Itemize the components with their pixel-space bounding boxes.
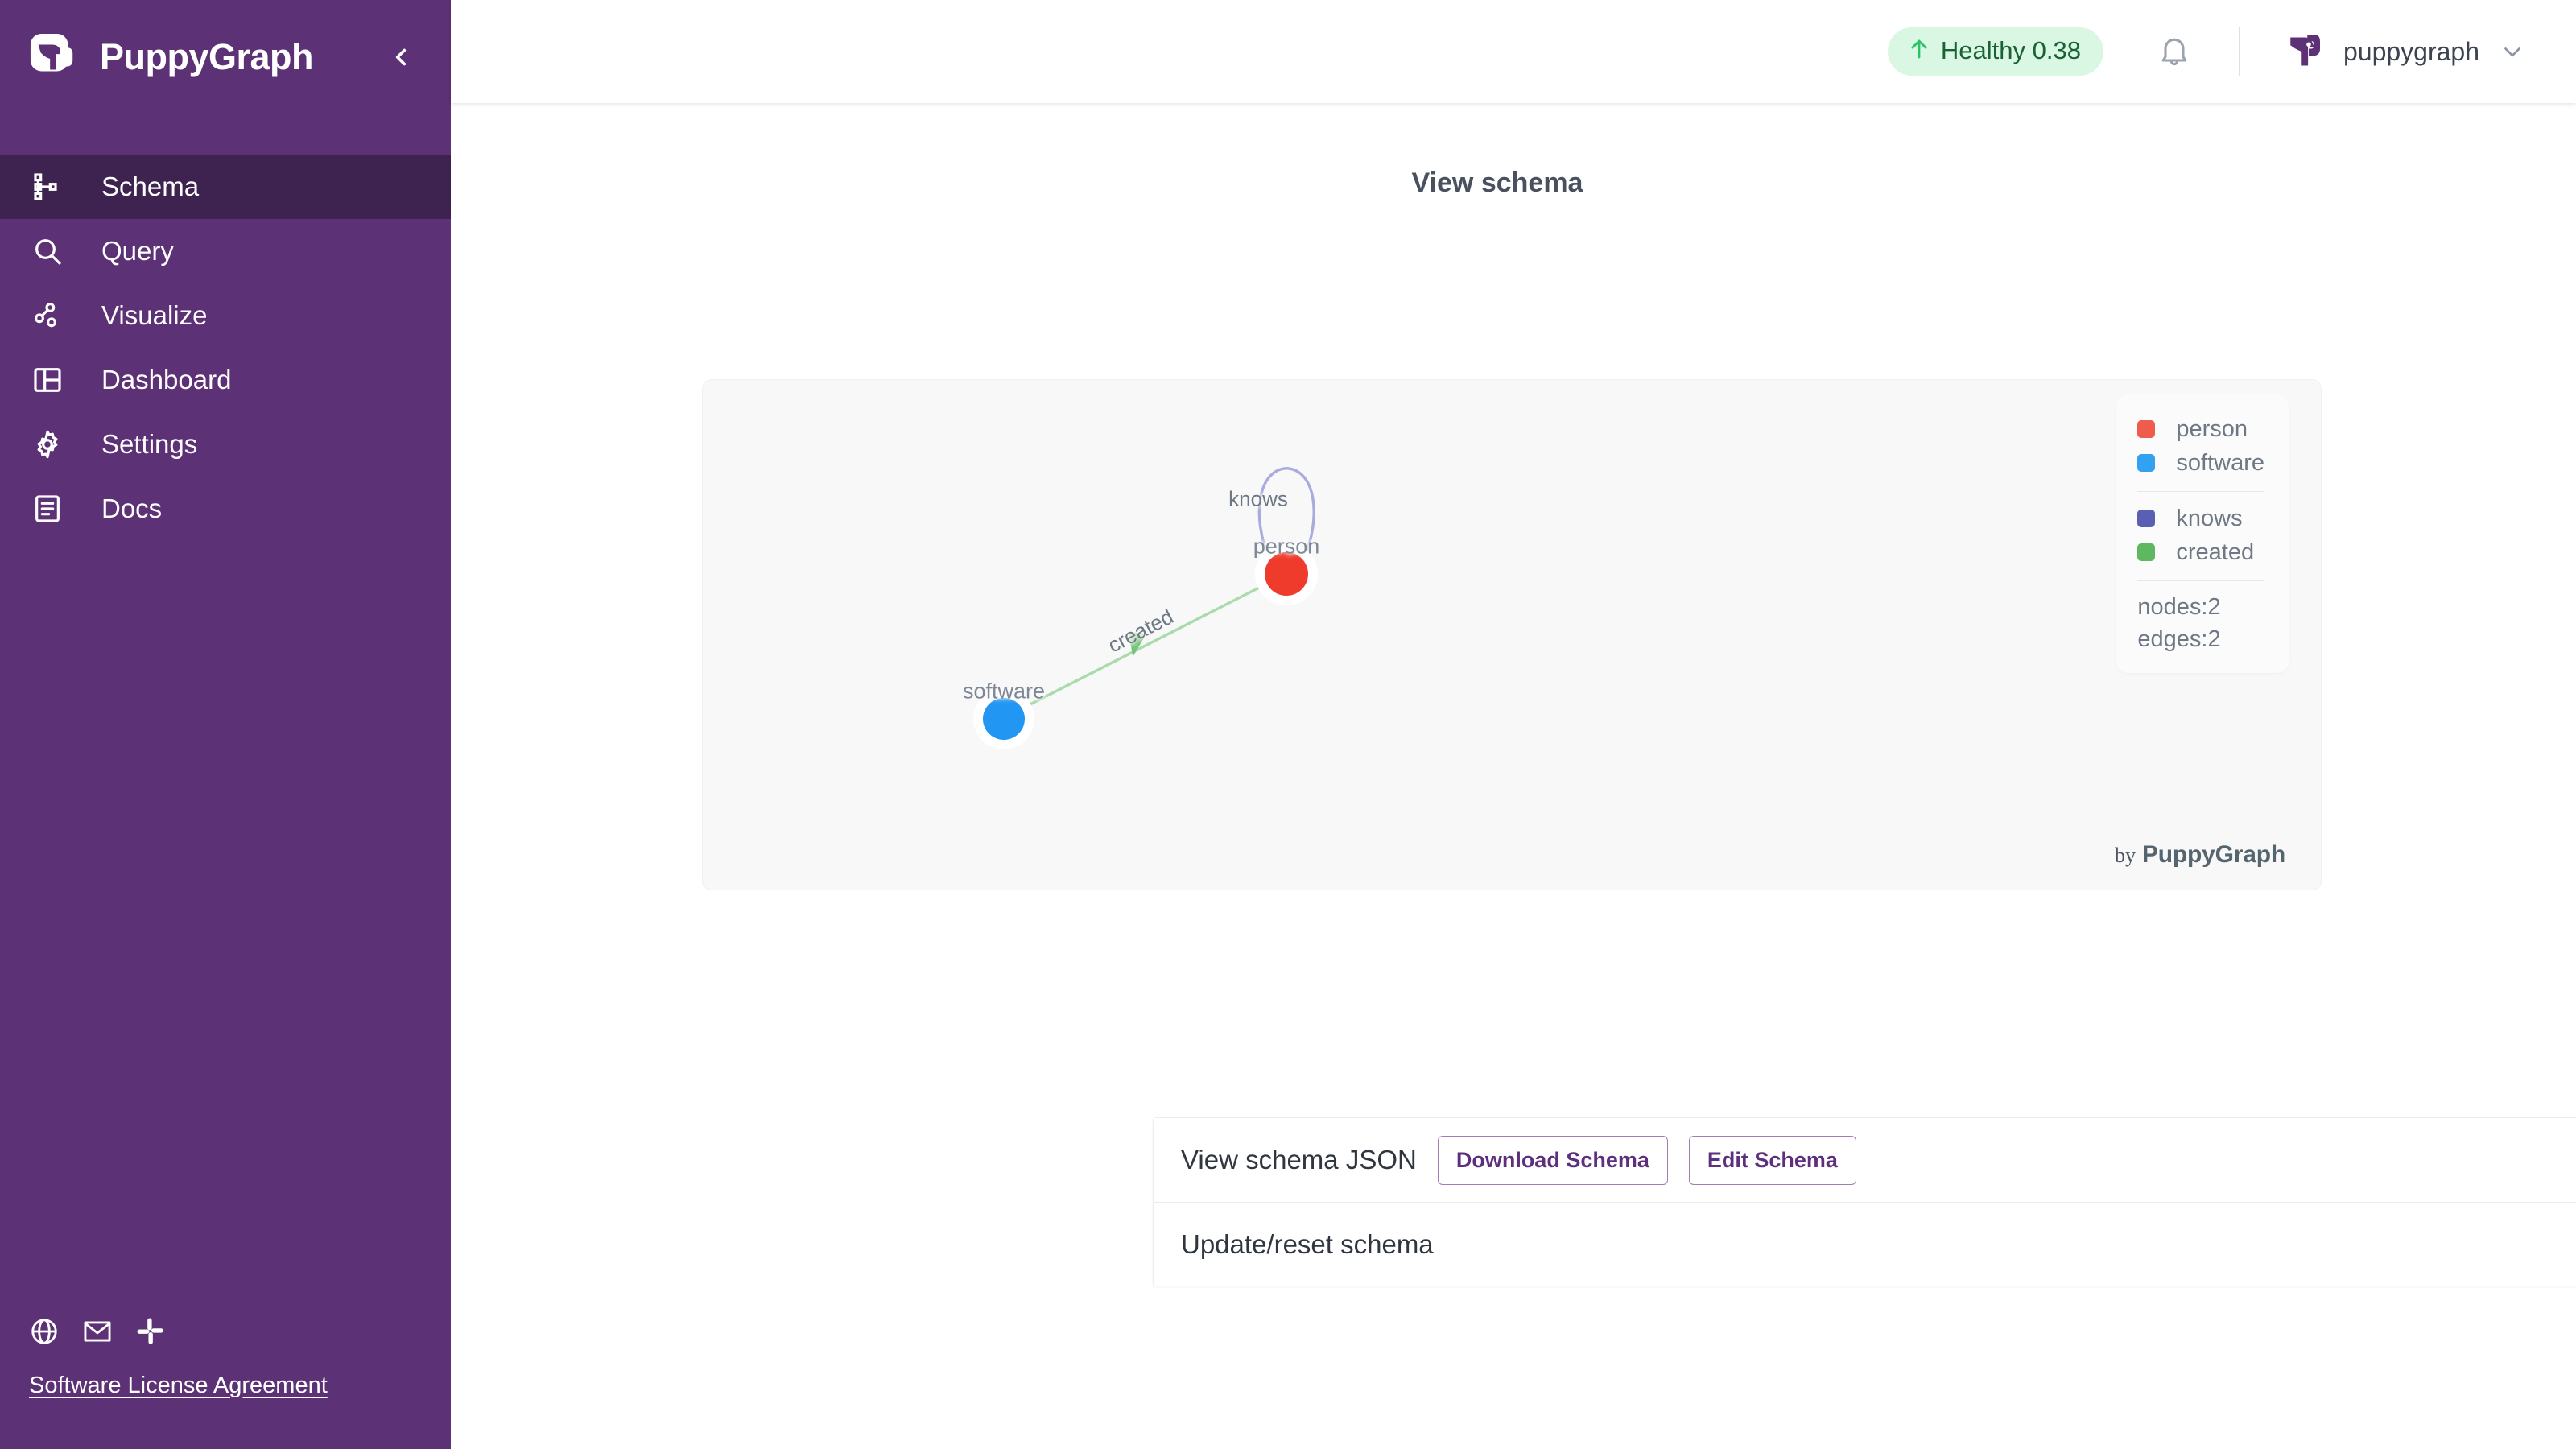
account-name: puppygraph	[2343, 36, 2479, 66]
legend-swatch-knows	[2137, 510, 2156, 527]
sidebar-item-label: Dashboard	[101, 365, 232, 394]
accordion-update-reset-schema[interactable]: Update/reset schema	[1154, 1202, 2576, 1286]
legend-swatch-person	[2137, 420, 2156, 438]
accordion-title: View schema JSON	[1181, 1145, 1417, 1174]
edit-schema-button[interactable]: Edit Schema	[1688, 1135, 1856, 1185]
document-icon	[29, 490, 66, 527]
sidebar-footer: Software License Agreement	[0, 1316, 451, 1449]
graph-legend: person software knows created nodes:2 ed…	[2116, 394, 2289, 674]
chevron-down-icon[interactable]	[2497, 36, 2528, 67]
legend-item-knows[interactable]: knows	[2137, 502, 2264, 535]
schema-graph-svg	[1017, 466, 1315, 712]
accordion-title: Update/reset schema	[1181, 1228, 1434, 1259]
legend-divider	[2137, 580, 2264, 581]
sidebar-item-visualize[interactable]: Visualize	[0, 283, 451, 348]
content: View schema person software knows create…	[451, 167, 2576, 1286]
legend-divider	[2137, 491, 2264, 492]
arrow-up-icon	[1907, 37, 1931, 65]
page-title: View schema	[1411, 167, 1583, 198]
download-schema-button[interactable]: Download Schema	[1437, 1135, 1668, 1185]
mail-icon[interactable]	[82, 1316, 113, 1347]
graph-node-label-software: software	[962, 679, 1046, 704]
legend-swatch-software	[2137, 454, 2156, 472]
sidebar-item-query[interactable]: Query	[0, 219, 451, 283]
puppygraph-logo-icon	[29, 32, 79, 82]
notification-bell-icon[interactable]	[2150, 27, 2198, 76]
sidebar-item-settings[interactable]: Settings	[0, 412, 451, 477]
main-area: Healthy 0.38 puppygraph View schema pers…	[451, 0, 2576, 1449]
brand-name: PuppyGraph	[100, 36, 314, 77]
puppygraph-avatar-icon	[2281, 29, 2326, 74]
gear-icon	[29, 426, 66, 463]
sidebar-item-label: Settings	[101, 429, 198, 459]
edge-created-line	[1017, 580, 1271, 712]
legend-swatch-created	[2137, 543, 2156, 561]
watermark-name: PuppyGraph	[2141, 841, 2285, 868]
globe-icon[interactable]	[29, 1316, 60, 1347]
social-links	[29, 1316, 451, 1347]
legend-label: software	[2176, 449, 2264, 476]
sidebar-item-label: Docs	[101, 493, 163, 523]
health-status-text: Healthy 0.38	[1940, 36, 2081, 64]
graph-node-software[interactable]	[983, 698, 1025, 740]
legend-stat-nodes: nodes:2	[2137, 594, 2221, 620]
legend-item-person[interactable]: person	[2137, 412, 2264, 446]
legend-label: knows	[2176, 505, 2243, 531]
account-menu[interactable]: puppygraph	[2281, 29, 2528, 74]
dashboard-icon	[29, 361, 66, 398]
sidebar-item-label: Schema	[101, 171, 200, 201]
sidebar-item-dashboard[interactable]: Dashboard	[0, 348, 451, 412]
schema-icon	[29, 168, 66, 205]
legend-label: created	[2176, 539, 2255, 565]
legend-item-software[interactable]: software	[2137, 446, 2264, 480]
search-icon	[29, 233, 66, 270]
graph-edge-label-knows: knows	[1228, 486, 1288, 511]
legend-stat-edges: edges:2	[2137, 626, 2221, 653]
sidebar-item-schema[interactable]: Schema	[0, 155, 451, 219]
brand: PuppyGraph	[0, 0, 451, 114]
sidebar-item-label: Query	[101, 236, 174, 266]
health-status-badge[interactable]: Healthy 0.38	[1887, 27, 2103, 76]
sidebar-item-docs[interactable]: Docs	[0, 477, 451, 541]
graph-node-label-person: person	[1253, 534, 1320, 559]
watermark-by: by	[2114, 844, 2136, 867]
legend-label: person	[2176, 415, 2248, 442]
schema-accordion-group: View schema JSON Download Schema Edit Sc…	[1153, 1117, 2576, 1286]
sidebar-nav: Schema Query Visualize Dashboard Setting…	[0, 155, 451, 541]
app-root: PuppyGraph Schema Query Visualize Dashbo…	[0, 0, 2576, 1449]
schema-graph-canvas[interactable]: person software knows created person sof…	[702, 379, 2322, 890]
graph-watermark: by PuppyGraph	[2115, 841, 2285, 869]
software-license-agreement-link[interactable]: Software License Agreement	[29, 1373, 328, 1398]
sidebar-item-label: Visualize	[101, 300, 208, 330]
legend-item-created[interactable]: created	[2137, 535, 2264, 569]
accordion-view-schema-json[interactable]: View schema JSON Download Schema Edit Sc…	[1154, 1118, 2576, 1202]
graph-icon	[29, 297, 66, 334]
sidebar: PuppyGraph Schema Query Visualize Dashbo…	[0, 0, 451, 1449]
header-divider	[2238, 27, 2240, 76]
topbar: Healthy 0.38 puppygraph	[451, 0, 2576, 103]
sidebar-collapse-button[interactable]	[380, 36, 422, 78]
slack-icon[interactable]	[135, 1316, 166, 1347]
